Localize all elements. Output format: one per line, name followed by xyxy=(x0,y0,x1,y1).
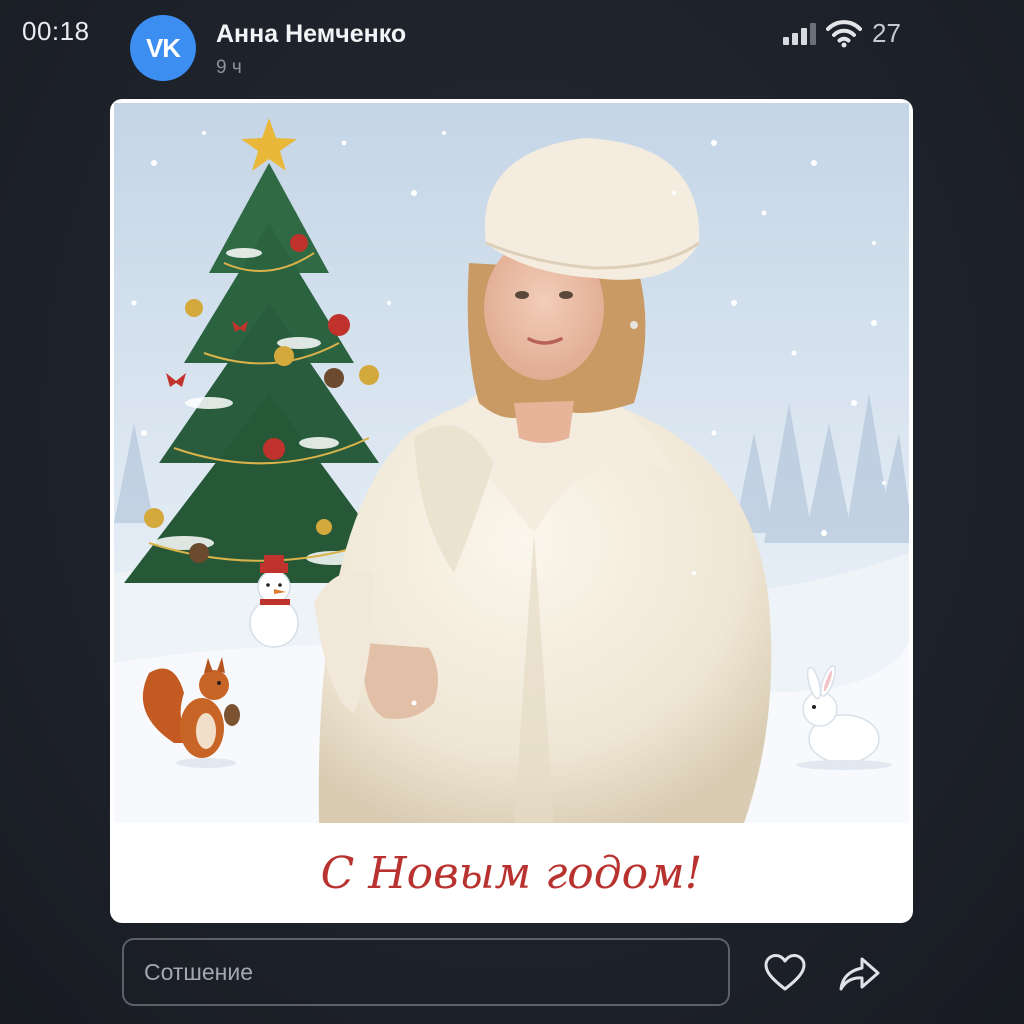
comment-input[interactable] xyxy=(122,938,730,1006)
avatar[interactable]: VK xyxy=(130,15,196,81)
greeting-caption: С Новым годом! xyxy=(320,847,703,899)
share-arrow-icon[interactable] xyxy=(838,955,880,993)
screen: 00:18 VK Анна Немченко 9 ч 27 С Новым го… xyxy=(0,0,1024,1024)
heart-icon[interactable] xyxy=(764,954,806,992)
wifi-icon xyxy=(826,20,862,48)
cellular-signal-icon xyxy=(783,23,816,45)
winter-greeting-illustration xyxy=(114,103,909,823)
vk-logo-text: VK xyxy=(146,35,181,61)
battery-level: 27 xyxy=(872,18,901,48)
post-card[interactable]: С Новым годом! xyxy=(110,99,913,923)
author-name[interactable]: Анна Немченко xyxy=(216,20,406,49)
post-time: 9 ч xyxy=(216,57,242,78)
post-image[interactable] xyxy=(114,103,909,823)
status-time: 00:18 xyxy=(22,16,90,46)
vk-logo: VK xyxy=(146,35,182,61)
